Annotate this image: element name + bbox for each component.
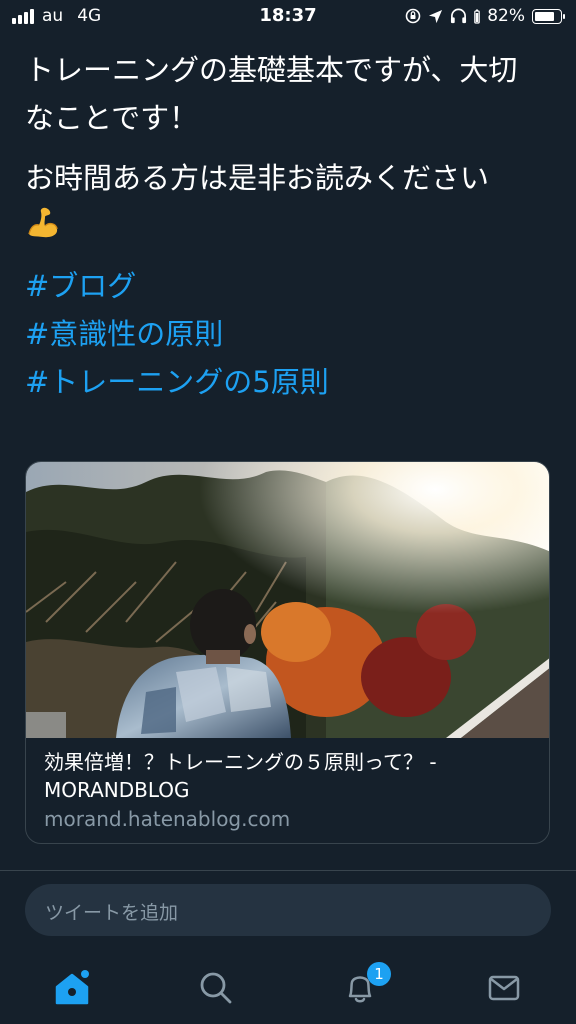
- battery-percent: 82%: [487, 6, 525, 26]
- reply-input[interactable]: ツイートを追加: [25, 884, 551, 936]
- search-icon: [200, 972, 232, 1004]
- hashtag-list: #ブログ #意識性の原則 #トレーニングの5原則: [25, 262, 329, 406]
- status-bar: au 4G 18:37 82%: [0, 0, 576, 32]
- hashtag-link[interactable]: #トレーニングの5原則: [25, 358, 329, 406]
- orientation-lock-icon: [405, 8, 421, 24]
- headphones-icon: [451, 8, 467, 24]
- tab-search[interactable]: [188, 960, 244, 1016]
- link-card[interactable]: 効果倍増！？トレーニングの５原則って？ - MORANDBLOG morand.…: [25, 461, 550, 844]
- hashtag-link[interactable]: #意識性の原則: [25, 310, 329, 358]
- tweet-text: トレーニングの基礎基本ですが、大切なことです！ お時間ある方は是非お読みください: [25, 46, 545, 240]
- tab-messages[interactable]: [476, 960, 532, 1016]
- link-card-image: [26, 462, 549, 738]
- messages-icon: [488, 975, 520, 1001]
- tab-home[interactable]: [44, 960, 100, 1016]
- status-bar-right: 82%: [405, 6, 565, 26]
- hashtag-link[interactable]: #ブログ: [25, 262, 329, 310]
- battery-small-icon: [474, 9, 481, 24]
- home-icon: [55, 970, 89, 1005]
- reply-placeholder: ツイートを追加: [45, 902, 179, 924]
- tweet-paragraph: トレーニングの基礎基本ですが、大切なことです！: [25, 53, 518, 135]
- notification-badge: 1: [367, 962, 391, 986]
- divider: [0, 870, 576, 871]
- location-arrow-icon: [429, 9, 443, 23]
- link-card-meta: 効果倍増！？トレーニングの５原則って？ - MORANDBLOG morand.…: [44, 748, 534, 834]
- link-card-domain: morand.hatenablog.com: [44, 807, 291, 831]
- tweet-paragraph-text: お時間ある方は是非お読みください: [25, 161, 490, 195]
- tweet-paragraph: お時間ある方は是非お読みください: [25, 154, 545, 240]
- tab-bar: [0, 950, 576, 1024]
- link-card-title: 効果倍増！？トレーニングの５原則って？ - MORANDBLOG: [44, 750, 437, 802]
- battery-icon: [532, 8, 565, 24]
- flexed-biceps-icon: [28, 207, 58, 238]
